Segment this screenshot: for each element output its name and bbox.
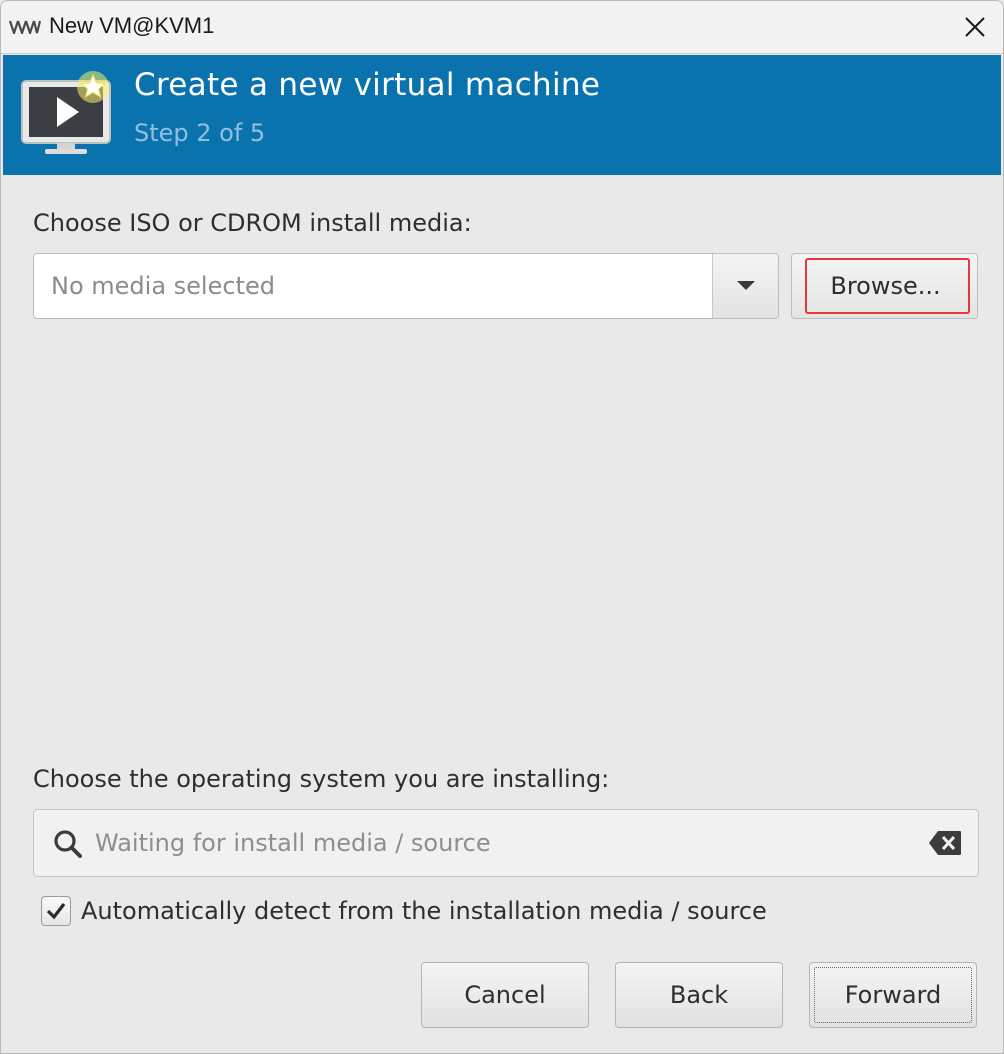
header-banner: Create a new virtual machine Step 2 of 5 — [3, 55, 1001, 175]
auto-detect-label: Automatically detect from the installati… — [81, 897, 767, 925]
window-title: New VM@KVM1 — [49, 13, 215, 38]
new-vm-monitor-icon — [21, 71, 111, 154]
install-media-combo[interactable] — [33, 253, 779, 319]
clear-icon[interactable] — [928, 830, 962, 856]
install-media-label: Choose ISO or CDROM install media: — [33, 209, 472, 237]
browse-button[interactable]: Browse... — [791, 253, 978, 319]
install-media-input[interactable] — [34, 254, 714, 318]
step-indicator: Step 2 of 5 — [134, 119, 266, 147]
dropdown-arrow-icon — [736, 281, 755, 290]
virt-manager-logo-icon — [9, 20, 41, 34]
auto-detect-checkbox[interactable] — [41, 896, 71, 926]
checkmark-icon — [46, 903, 66, 920]
auto-detect-row[interactable]: Automatically detect from the installati… — [41, 891, 767, 931]
back-button[interactable]: Back — [615, 962, 783, 1028]
banner-title: Create a new virtual machine — [134, 67, 601, 103]
os-search-field[interactable] — [33, 809, 979, 877]
forward-button[interactable]: Forward — [809, 962, 977, 1028]
os-label: Choose the operating system you are inst… — [33, 765, 610, 793]
close-button[interactable] — [959, 11, 991, 43]
close-icon — [965, 17, 985, 37]
titlebar: New VM@KVM1 — [1, 1, 1003, 54]
search-icon — [54, 830, 82, 858]
install-media-dropdown-button[interactable] — [712, 254, 778, 318]
cancel-button[interactable]: Cancel — [421, 962, 589, 1028]
browse-button-label: Browse... — [830, 272, 941, 300]
os-search-input[interactable] — [94, 810, 914, 876]
new-vm-dialog: New VM@KVM1 Create a new virtual machine… — [0, 0, 1004, 1054]
